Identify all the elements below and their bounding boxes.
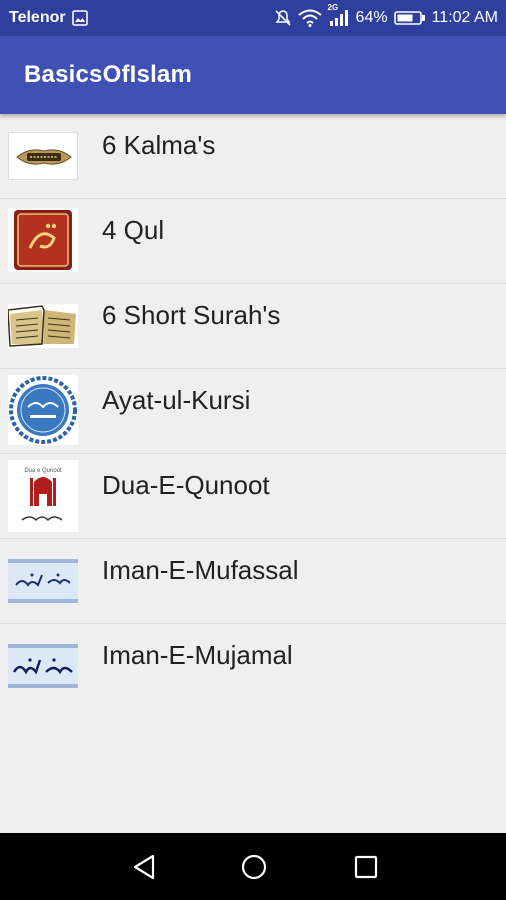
list-item-iman-e-mufassal[interactable]: Iman-E-Mufassal bbox=[0, 539, 506, 624]
signal-icon: 2G bbox=[328, 3, 350, 27]
app-title: BasicsOfIslam bbox=[24, 61, 193, 88]
list-item-label: 4 Qul bbox=[102, 215, 165, 245]
iman-e-mujamal-thumbnail-icon bbox=[8, 644, 78, 688]
list-item-label: 6 Kalma's bbox=[102, 130, 216, 160]
network-type-label: 2G bbox=[327, 3, 339, 12]
list-item-label: Ayat-ul-Kursi bbox=[102, 385, 251, 415]
kalma-thumbnail-icon bbox=[8, 132, 78, 180]
back-icon[interactable] bbox=[128, 851, 160, 883]
mute-icon bbox=[274, 9, 292, 27]
home-icon[interactable] bbox=[238, 851, 270, 883]
list-item-dua-e-qunoot[interactable]: Dua e Qunoot Dua-E-Qunoot bbox=[0, 454, 506, 539]
list-item-label: 6 Short Surah's bbox=[102, 300, 281, 330]
navigation-bar bbox=[0, 833, 506, 900]
status-bar: Telenor 2G 64% 11:02 AM bbox=[0, 0, 506, 36]
topic-list: 6 Kalma's 4 Qul 6 Short Surah's Ayat-ul-… bbox=[0, 114, 506, 709]
list-item-label: Dua-E-Qunoot bbox=[102, 470, 270, 500]
list-item-label: Iman-E-Mufassal bbox=[102, 555, 299, 585]
list-item-label: Iman-E-Mujamal bbox=[102, 640, 293, 670]
wifi-icon bbox=[297, 9, 322, 27]
image-icon bbox=[71, 10, 88, 26]
ayat-ul-kursi-thumbnail-icon bbox=[8, 375, 78, 445]
list-item-6-kalmas[interactable]: 6 Kalma's bbox=[0, 114, 506, 199]
clock-label: 11:02 AM bbox=[431, 9, 498, 26]
recents-icon[interactable] bbox=[350, 851, 382, 883]
carrier-label: Telenor bbox=[9, 9, 66, 26]
battery-icon bbox=[393, 10, 426, 26]
app-bar: BasicsOfIslam bbox=[0, 36, 506, 114]
quran-book-thumbnail-icon bbox=[8, 304, 78, 348]
thumb-caption: Dua e Qunoot bbox=[24, 468, 62, 474]
qul-thumbnail-icon bbox=[8, 208, 78, 272]
battery-percent-label: 64% bbox=[355, 9, 388, 26]
list-item-6-short-surahs[interactable]: 6 Short Surah's bbox=[0, 284, 506, 369]
list-item-iman-e-mujamal[interactable]: Iman-E-Mujamal bbox=[0, 624, 506, 709]
iman-e-mufassal-thumbnail-icon bbox=[8, 559, 78, 603]
dua-e-qunoot-thumbnail-icon: Dua e Qunoot bbox=[8, 460, 78, 532]
list-item-ayat-ul-kursi[interactable]: Ayat-ul-Kursi bbox=[0, 369, 506, 454]
list-item-4-qul[interactable]: 4 Qul bbox=[0, 199, 506, 284]
